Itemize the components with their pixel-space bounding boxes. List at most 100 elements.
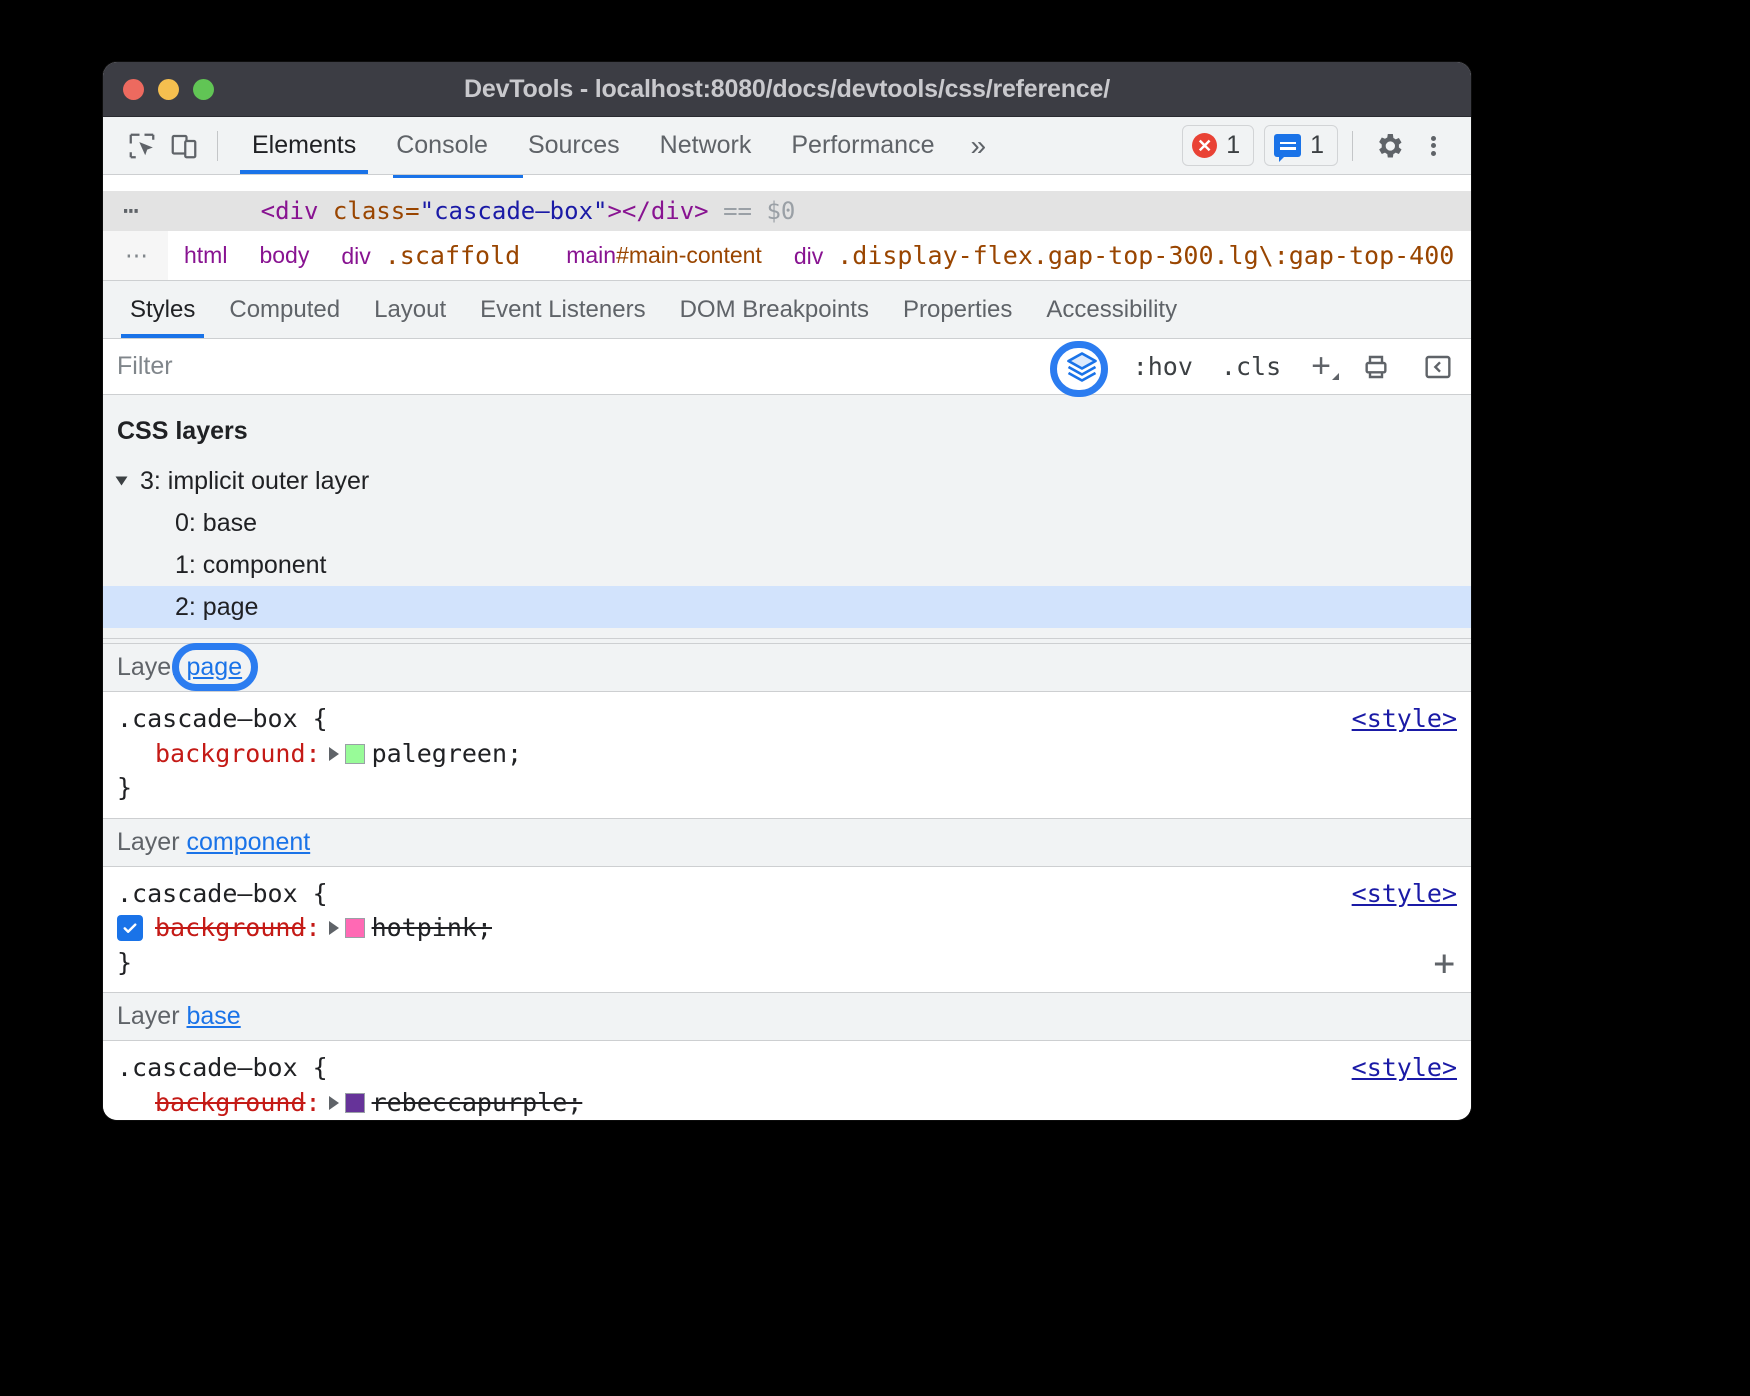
layer-header-base: Layer base xyxy=(103,993,1471,1041)
breadcrumb-tag: div xyxy=(341,243,370,269)
toolbar-divider xyxy=(217,131,218,161)
declaration-background[interactable]: background: hotpink; xyxy=(117,911,1471,946)
layer-link-component[interactable]: component xyxy=(187,828,311,856)
property-name[interactable]: background xyxy=(155,737,306,772)
rule-origin-link[interactable]: <style> xyxy=(1352,702,1457,737)
tab-computed[interactable]: Computed xyxy=(212,281,357,338)
inspect-element-icon[interactable] xyxy=(121,125,163,167)
gear-icon[interactable] xyxy=(1367,124,1411,168)
breadcrumb-suffix: #main-content xyxy=(616,242,762,268)
element-classes-button[interactable]: .cls xyxy=(1207,352,1295,381)
window-titlebar: DevTools - localhost:8080/docs/devtools/… xyxy=(103,62,1471,117)
expand-shorthand-icon[interactable] xyxy=(329,1096,339,1110)
breadcrumb-suffix: .scaffold xyxy=(371,241,534,270)
layer-prefix-label: Layer xyxy=(117,828,180,856)
hover-state-button[interactable]: :hov xyxy=(1119,352,1207,381)
devtools-window: DevTools - localhost:8080/docs/devtools/… xyxy=(103,62,1471,1120)
layer-tree-label: 3: implicit outer layer xyxy=(140,467,369,496)
property-value[interactable]: rebeccapurple; xyxy=(372,1086,583,1121)
property-name[interactable]: background xyxy=(155,911,306,946)
breadcrumb-item-div-scaffold[interactable]: div.scaffold xyxy=(325,241,550,270)
toolbar-divider-right xyxy=(1352,131,1353,161)
dom-tag-name: div xyxy=(275,197,318,225)
style-rule-base[interactable]: <style> .cascade‒box { background: rebec… xyxy=(103,1041,1471,1120)
tab-console[interactable]: Console xyxy=(376,117,508,174)
layer-link-page[interactable]: page xyxy=(187,653,243,681)
add-declaration-button[interactable]: + xyxy=(1433,946,1455,982)
rule-origin-link[interactable]: <style> xyxy=(1352,1051,1457,1086)
layer-header-component: Layer component xyxy=(103,819,1471,867)
tab-performance[interactable]: Performance xyxy=(771,117,954,174)
dom-tree-strip: ⋯ <div class="cascade‒box"></div> == $0 xyxy=(103,175,1471,231)
style-rule-page[interactable]: <style> .cascade‒box { background: paleg… xyxy=(103,692,1471,819)
layer-header-page: Layer page xyxy=(103,644,1471,692)
window-title: DevTools - localhost:8080/docs/devtools/… xyxy=(103,75,1471,104)
breadcrumb-tag: html xyxy=(184,242,227,268)
print-styles-icon[interactable] xyxy=(1353,347,1399,387)
color-swatch[interactable] xyxy=(345,1093,365,1113)
dom-close-angle: > xyxy=(607,197,621,225)
tab-sources[interactable]: Sources xyxy=(508,117,640,174)
rule-origin-link[interactable]: <style> xyxy=(1352,877,1457,912)
color-swatch[interactable] xyxy=(345,744,365,764)
chevron-down-icon[interactable] xyxy=(116,477,128,486)
expand-shorthand-icon[interactable] xyxy=(329,747,339,761)
breadcrumb-item-div-display-flex[interactable]: div.display-flex.gap-top-300.lg\:gap-top… xyxy=(778,241,1471,270)
breadcrumb-tag: main xyxy=(566,242,616,268)
tab-properties[interactable]: Properties xyxy=(886,281,1029,338)
tab-layout[interactable]: Layout xyxy=(357,281,463,338)
rule-selector[interactable]: .cascade‒box { xyxy=(117,702,1471,737)
breadcrumb-item-main-content[interactable]: main#main-content xyxy=(550,242,778,269)
rule-closing-brace: } xyxy=(117,771,1471,806)
breadcrumb-overflow-left[interactable]: ⋯ xyxy=(103,231,168,280)
more-tabs-icon[interactable]: » xyxy=(954,130,1002,162)
breadcrumb-item-html[interactable]: html xyxy=(168,242,243,269)
css-layers-heading: CSS layers xyxy=(103,395,1471,460)
toggle-sidebar-icon[interactable] xyxy=(1415,347,1461,387)
message-icon xyxy=(1274,134,1301,157)
screenshot-root: DevTools - localhost:8080/docs/devtools/… xyxy=(0,0,1750,1396)
rule-selector[interactable]: .cascade‒box { xyxy=(117,877,1471,912)
layer-tree-row-page[interactable]: 2: page xyxy=(103,586,1471,628)
layer-tree-row-base[interactable]: 0: base xyxy=(103,502,1471,544)
color-swatch[interactable] xyxy=(345,918,365,938)
message-count: 1 xyxy=(1310,131,1324,160)
panel-tabs: Elements Console Sources Network Perform… xyxy=(232,117,954,174)
expand-shorthand-icon[interactable] xyxy=(329,921,339,935)
error-icon: ✕ xyxy=(1192,133,1217,158)
tab-dom-breakpoints[interactable]: DOM Breakpoints xyxy=(663,281,886,338)
filter-input[interactable] xyxy=(103,339,1053,394)
breadcrumb-suffix: .display-flex.gap-top-300.lg\:gap-top-40… xyxy=(823,241,1468,270)
layer-tree-label: 2: page xyxy=(175,593,258,622)
rule-selector[interactable]: .cascade‒box { xyxy=(117,1051,1471,1086)
tab-network[interactable]: Network xyxy=(640,117,772,174)
tab-styles[interactable]: Styles xyxy=(113,281,212,338)
tab-accessibility[interactable]: Accessibility xyxy=(1029,281,1194,338)
layer-tree-row-component[interactable]: 1: component xyxy=(103,544,1471,586)
dom-open-angle: < xyxy=(261,197,275,225)
style-rule-component[interactable]: <style> + .cascade‒box { background: hot… xyxy=(103,867,1471,994)
layer-prefix-label: Layer xyxy=(117,1002,180,1030)
layer-link-base[interactable]: base xyxy=(187,1002,241,1030)
property-value[interactable]: hotpink; xyxy=(372,911,492,946)
declaration-checkbox[interactable] xyxy=(117,915,143,941)
tab-event-listeners[interactable]: Event Listeners xyxy=(463,281,662,338)
css-layers-icon[interactable] xyxy=(1059,348,1105,386)
dom-equals: == xyxy=(723,197,752,225)
declaration-background[interactable]: background: rebeccapurple; xyxy=(117,1086,1471,1121)
error-count: 1 xyxy=(1226,131,1240,160)
devtools-main-toolbar: Elements Console Sources Network Perform… xyxy=(103,117,1471,175)
declaration-background[interactable]: background: palegreen; xyxy=(117,737,1471,772)
property-value[interactable]: palegreen; xyxy=(372,737,523,772)
error-count-badge[interactable]: ✕ 1 xyxy=(1182,125,1254,166)
tab-elements[interactable]: Elements xyxy=(232,117,376,174)
layer-tree-row-implicit-outer[interactable]: 3: implicit outer layer xyxy=(103,460,1471,502)
new-style-rule-button[interactable]: + xyxy=(1295,347,1337,386)
dom-attr-name: class xyxy=(333,197,405,225)
selected-dom-node[interactable]: ⋯ <div class="cascade‒box"></div> == $0 xyxy=(103,191,1471,231)
property-name[interactable]: background xyxy=(155,1086,306,1121)
message-count-badge[interactable]: 1 xyxy=(1264,125,1338,166)
kebab-menu-icon[interactable] xyxy=(1411,124,1455,168)
device-toolbar-icon[interactable] xyxy=(163,125,205,167)
breadcrumb-item-body[interactable]: body xyxy=(243,242,325,269)
